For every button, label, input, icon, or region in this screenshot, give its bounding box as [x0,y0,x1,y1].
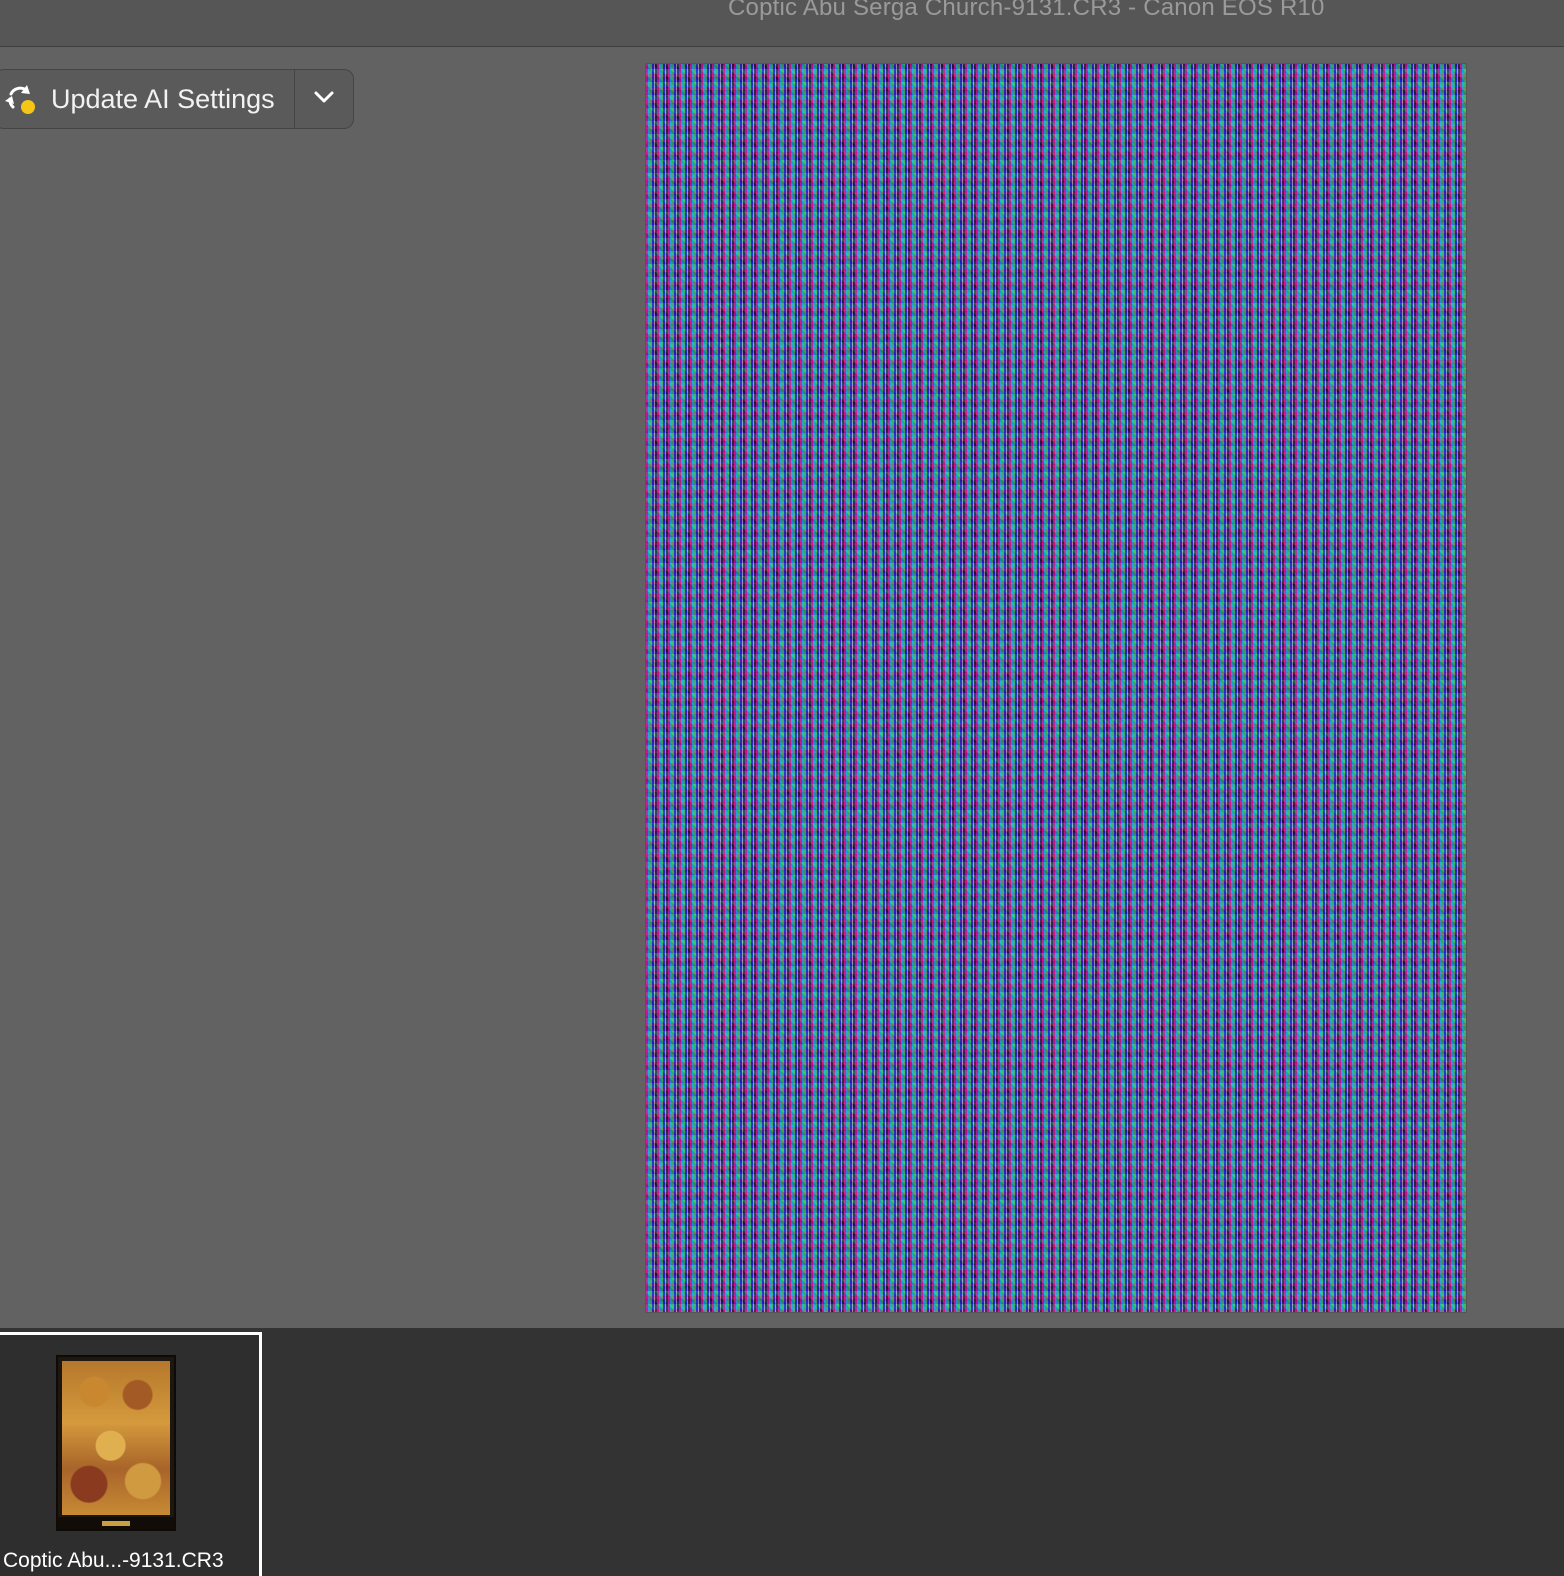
update-ai-settings-dropdown[interactable] [295,70,353,128]
image-preview[interactable] [646,64,1466,1312]
title-bar: Coptic Abu Serga Church-9131.CR3 - Canon… [0,0,1564,47]
thumbnail-filename: Coptic Abu...-9131.CR3 [3,1549,224,1572]
update-ai-settings-split-button: Update AI Settings [0,69,354,129]
update-ai-settings-button[interactable]: Update AI Settings [0,70,295,128]
thumbnail-image [56,1355,176,1531]
chevron-down-icon [313,90,335,109]
filmstrip: Coptic Abu...-9131.CR3 [0,1328,1564,1576]
update-ai-settings-label: Update AI Settings [51,83,275,114]
photo-editor-window: Coptic Abu Serga Church-9131.CR3 - Canon… [0,0,1564,1576]
filmstrip-item[interactable]: Coptic Abu...-9131.CR3 [0,1332,262,1576]
window-title: Coptic Abu Serga Church-9131.CR3 - Canon… [728,0,1325,21]
sync-warning-icon [3,82,37,116]
